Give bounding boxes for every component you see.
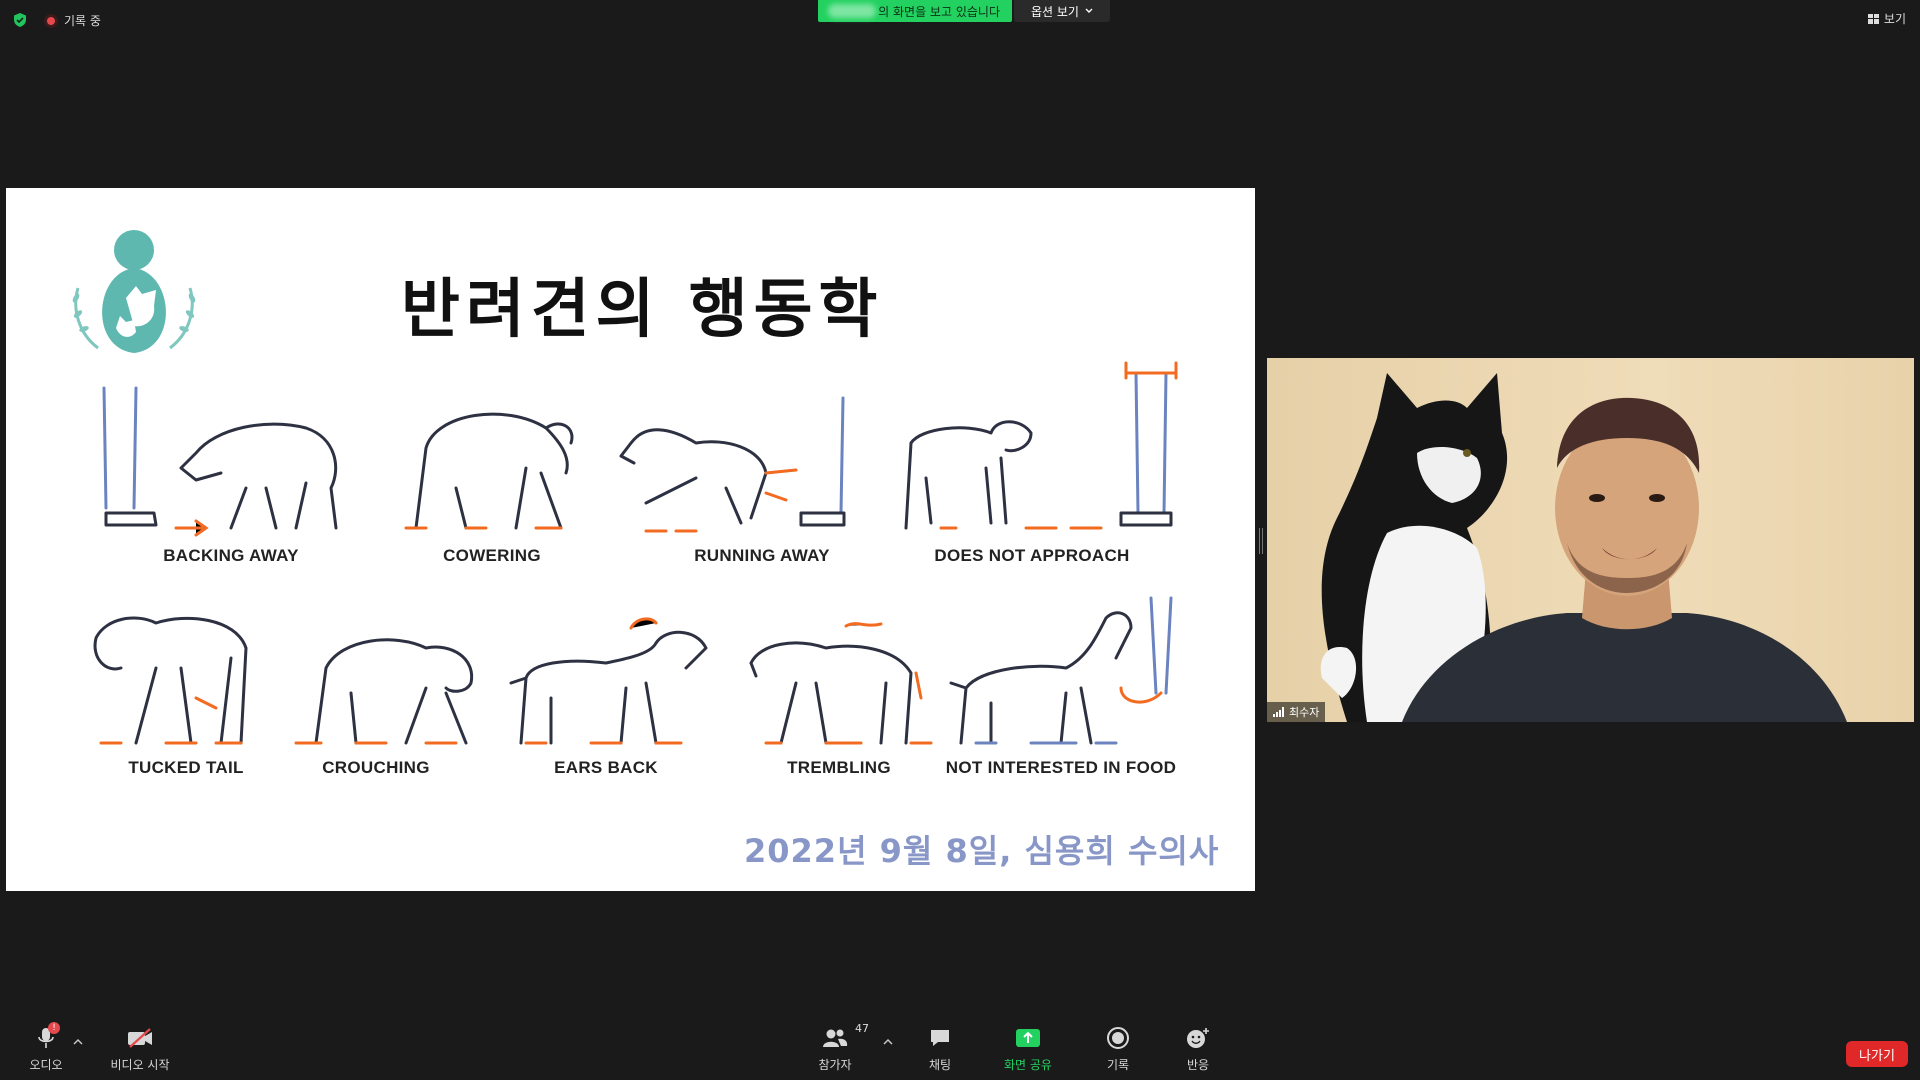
- trembling-illustration: [749, 641, 913, 745]
- meeting-toolbar: ! 오디오 비디오 시작 47 참가자 채팅 화면 공유 기록 반응: [0, 1016, 1920, 1080]
- shared-screen-slide: 반려견의 행동학 BACKING AWAY COWERING RUNNING A…: [6, 188, 1255, 891]
- does-not-approach-illustration: [904, 361, 1178, 530]
- behavior-label: EARS BACK: [554, 758, 658, 777]
- grid-view-icon: [1867, 13, 1879, 24]
- view-layout-button[interactable]: 보기: [1867, 10, 1906, 27]
- audio-icon-wrap: !: [32, 1021, 60, 1052]
- participants-count: 47: [855, 1021, 869, 1035]
- view-options-label: 옵션 보기: [1031, 4, 1079, 19]
- running-away-illustration: [619, 396, 846, 527]
- view-label: 보기: [1883, 12, 1906, 26]
- recording-label: 기록 중: [64, 14, 101, 28]
- dog-behavior-illustrations: [93, 361, 1178, 745]
- panel-resize-handle[interactable]: [1259, 528, 1263, 554]
- audio-options-chevron-up-icon[interactable]: [73, 1038, 83, 1046]
- backing-away-illustration: [102, 386, 338, 530]
- tucked-tail-illustration: [93, 616, 248, 745]
- share-banner-text: 의 화면을 보고 있습니다: [878, 4, 1000, 19]
- record-button[interactable]: 기록: [1096, 1016, 1140, 1080]
- participant-video-scene: [1320, 373, 1847, 722]
- share-icon-wrap: [1014, 1024, 1042, 1052]
- behavior-label: RUNNING AWAY: [694, 546, 830, 565]
- cowering-illustration: [414, 412, 574, 530]
- share-label: 화면 공유: [1004, 1057, 1052, 1072]
- reactions-label: 반응: [1186, 1057, 1210, 1072]
- video-camera-off-icon: [128, 1027, 152, 1048]
- behavior-label: DOES NOT APPROACH: [934, 546, 1130, 565]
- audio-label: 오디오: [29, 1057, 63, 1072]
- view-options-button[interactable]: 옵션 보기: [1014, 0, 1110, 22]
- audio-button[interactable]: ! 오디오: [24, 1016, 68, 1080]
- recording-indicator[interactable]: 기록 중: [44, 12, 101, 29]
- reactions-icon-wrap: [1184, 1024, 1212, 1052]
- participants-button[interactable]: 47 참가자: [810, 1016, 869, 1080]
- leave-meeting-button[interactable]: 나가기: [1846, 1041, 1908, 1067]
- video-label: 비디오 시작: [110, 1057, 170, 1072]
- behavior-label: BACKING AWAY: [163, 546, 299, 565]
- participants-icon-wrap: 47: [821, 1022, 869, 1052]
- record-icon-wrap: [1104, 1024, 1132, 1052]
- participants-label: 참가자: [818, 1057, 852, 1072]
- share-viewing-banner: 의 화면을 보고 있습니다: [818, 0, 1012, 22]
- chat-label: 채팅: [928, 1057, 952, 1072]
- security-shield-icon[interactable]: [12, 12, 28, 28]
- record-label: 기록: [1106, 1057, 1130, 1072]
- top-bar: 기록 중 의 화면을 보고 있습니다 옵션 보기 보기: [0, 0, 1920, 40]
- chat-bubble-icon: [931, 1029, 949, 1046]
- behavior-label: TUCKED TAIL: [128, 758, 244, 777]
- participants-options-chevron-up-icon[interactable]: [883, 1038, 893, 1046]
- share-screen-icon: [1016, 1028, 1040, 1047]
- participant-name-chip: 최수자: [1267, 702, 1326, 722]
- ears-back-illustration: [509, 630, 708, 745]
- record-icon: [1107, 1026, 1129, 1049]
- crouching-illustration: [314, 638, 474, 745]
- behavior-label: CROUCHING: [322, 758, 430, 777]
- chat-button[interactable]: 채팅: [918, 1016, 962, 1080]
- slide-date-line: 2022년 9월 8일, 심용희 수의사: [744, 832, 1220, 870]
- smiley-add-icon: [1187, 1027, 1209, 1048]
- participant-name: 최수자: [1289, 706, 1320, 719]
- chat-icon-wrap: [926, 1024, 954, 1052]
- share-screen-button[interactable]: 화면 공유: [998, 1016, 1058, 1080]
- recording-dot-icon: [44, 13, 58, 28]
- blurred-presenter-name: [828, 4, 876, 18]
- start-video-button[interactable]: 비디오 시작: [104, 1016, 176, 1080]
- behavior-label: TREMBLING: [787, 758, 891, 777]
- not-interested-in-food-illustration: [949, 596, 1173, 745]
- behavior-label: COWERING: [443, 546, 541, 565]
- participants-icon: [823, 1029, 848, 1047]
- video-icon-wrap: [126, 1024, 154, 1052]
- participant-video-tile[interactable]: 최수자: [1267, 358, 1914, 722]
- chevron-down-icon: [1085, 8, 1093, 13]
- signal-strength-icon: [1273, 707, 1284, 717]
- reactions-button[interactable]: 반응: [1176, 1016, 1220, 1080]
- behavior-label: NOT INTERESTED IN FOOD: [945, 758, 1177, 777]
- audio-warning-badge: !: [48, 1021, 60, 1034]
